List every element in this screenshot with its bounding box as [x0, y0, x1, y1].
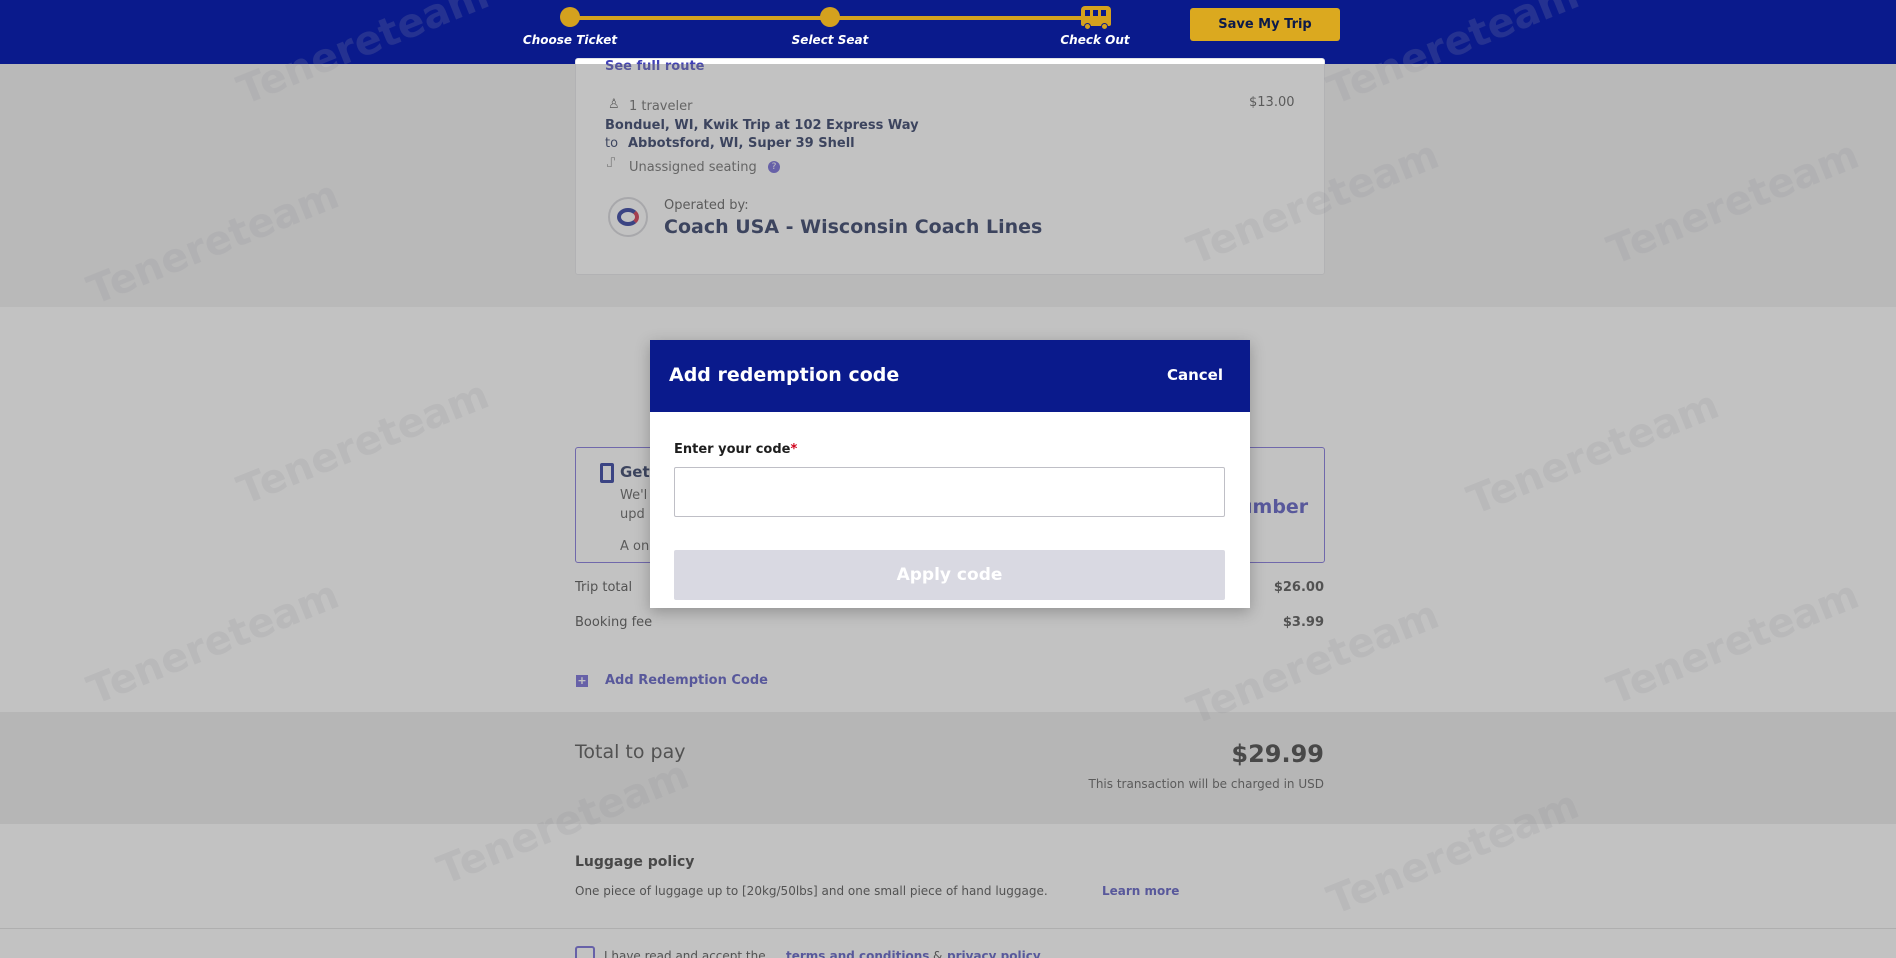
redemption-code-input[interactable]	[674, 467, 1225, 517]
top-header: Choose Ticket Select Seat Check Out Save…	[0, 0, 1896, 64]
code-field-label: Enter your code*	[674, 442, 797, 457]
modal-title: Add redemption code	[669, 364, 900, 386]
cancel-button[interactable]: Cancel	[1167, 366, 1223, 384]
step-dot-choose-ticket[interactable]	[560, 7, 580, 27]
step-label-select-seat[interactable]: Select Seat	[792, 33, 869, 47]
modal-header: Add redemption code Cancel	[650, 340, 1250, 412]
step-label-check-out: Check Out	[1060, 33, 1130, 47]
required-mark: *	[790, 442, 798, 457]
redemption-code-modal: Add redemption code Cancel Enter your co…	[650, 340, 1250, 608]
step-label-choose-ticket[interactable]: Choose Ticket	[523, 33, 617, 47]
save-trip-button[interactable]: Save My Trip	[1190, 8, 1340, 41]
apply-code-button[interactable]: Apply code	[674, 550, 1225, 600]
bus-icon	[1081, 6, 1111, 30]
step-dot-select-seat[interactable]	[820, 7, 840, 27]
code-field-label-text: Enter your code	[674, 442, 791, 457]
